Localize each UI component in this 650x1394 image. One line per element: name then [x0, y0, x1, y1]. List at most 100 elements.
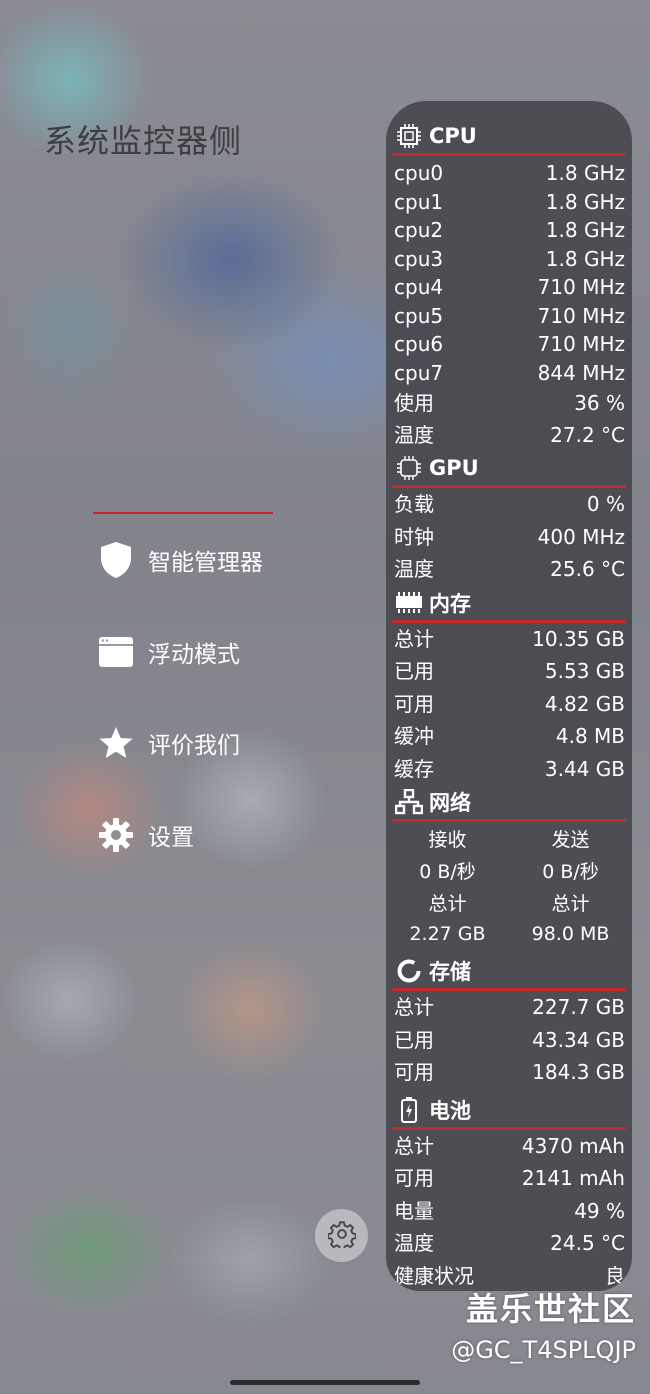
memory-chip-icon [395, 589, 423, 617]
row-label: 可用 [394, 1060, 434, 1085]
system-monitor-panel: CPU cpu0 1.8 GHz cpu1 1.8 GHz cpu2 1.8 GHz … [386, 101, 632, 1291]
row-label: 已用 [394, 659, 434, 684]
battery-row: 温度 24.5 °C [386, 1227, 632, 1260]
row-value: 10.35 GB [532, 626, 625, 651]
cpu-row: cpu5 710 MHz [386, 302, 632, 331]
row-value: 0 % [586, 492, 625, 517]
row-value: 710 MHz [537, 332, 625, 357]
row-value: 4.8 MB [555, 724, 625, 749]
row-label: 可用 [394, 1166, 434, 1191]
cpu-row: cpu4 710 MHz [386, 273, 632, 302]
row-label: cpu5 [394, 303, 444, 328]
row-label: cpu1 [394, 189, 444, 214]
cpu-row: cpu1 1.8 GHz [386, 188, 632, 217]
row-value: 1.8 GHz [545, 189, 625, 214]
row-label: 已用 [394, 1027, 434, 1052]
row-label: 可用 [394, 691, 434, 716]
row-label: 温度 [394, 423, 434, 447]
pie-chart-icon [395, 957, 423, 985]
menu-item-label: 评价我们 [148, 733, 240, 759]
row-value: 1.8 GHz [545, 218, 625, 243]
cpu-row: cpu0 1.8 GHz [386, 159, 632, 188]
row-label: 总计 [394, 1133, 434, 1158]
cpu-row: cpu7 844 MHz [386, 359, 632, 388]
gpu-row: 时钟 400 MHz [386, 521, 632, 554]
network-send-total: 98.0 MB [531, 923, 610, 945]
network-receive-total-label: 总计 [428, 892, 467, 915]
shield-icon [98, 542, 134, 578]
row-label: cpu2 [394, 218, 444, 243]
section-title: 存储 [429, 960, 471, 984]
network-section-header: 网络 [386, 785, 632, 819]
row-label: 缓存 [394, 756, 434, 781]
row-value: 844 MHz [537, 360, 625, 385]
gpu-row: 负载 0 % [386, 488, 632, 521]
menu-item-label: 智能管理器 [148, 550, 263, 576]
row-value: 36 % [574, 391, 625, 415]
section-title: 内存 [429, 591, 471, 616]
network-receive-rate: 0 B/秒 [419, 860, 476, 883]
row-label: 健康状况 [394, 1263, 474, 1288]
network-receive-label: 接收 [428, 828, 467, 851]
row-label: cpu7 [394, 360, 444, 385]
row-label: 使用 [394, 391, 434, 415]
row-label: 时钟 [394, 524, 434, 549]
memory-row: 缓存 3.44 GB [386, 753, 632, 786]
menu-item-label: 设置 [148, 825, 194, 851]
row-value: 24.5 °C [550, 1231, 625, 1256]
menu-divider [93, 512, 273, 514]
storage-row: 已用 43.34 GB [386, 1024, 632, 1057]
row-value: 43.34 GB [532, 1027, 625, 1052]
battery-row: 总计 4370 mAh [386, 1130, 632, 1163]
section-title: 网络 [429, 791, 471, 815]
row-value: 227.7 GB [532, 995, 625, 1020]
row-label: cpu3 [394, 246, 444, 271]
cpu-chip-icon [395, 122, 423, 150]
floating-settings-button[interactable] [315, 1209, 368, 1262]
star-icon [98, 725, 134, 761]
gpu-section-header: GPU [386, 451, 632, 485]
row-value: 400 MHz [537, 524, 625, 549]
cpu-section-header: CPU [386, 119, 632, 153]
cpu-row: 使用 36 % [386, 387, 632, 419]
menu-item-settings[interactable]: 设置 [98, 815, 194, 855]
row-label: 温度 [394, 557, 434, 582]
storage-row: 总计 227.7 GB [386, 991, 632, 1024]
menu-item-smart-manager[interactable]: 智能管理器 [98, 540, 263, 580]
section-title: CPU [429, 124, 477, 148]
row-value: 2141 mAh [521, 1166, 625, 1191]
cpu-row: cpu2 1.8 GHz [386, 216, 632, 245]
page-title: 系统监控器侧 [44, 122, 243, 160]
memory-row: 已用 5.53 GB [386, 655, 632, 688]
cpu-row: 温度 27.2 °C [386, 419, 632, 451]
row-value: 1.8 GHz [545, 161, 625, 186]
menu-item-floating-mode[interactable]: 浮动模式 [98, 632, 240, 672]
row-label: cpu0 [394, 161, 444, 186]
cpu-row: cpu6 710 MHz [386, 330, 632, 359]
storage-section-header: 存储 [386, 954, 632, 988]
row-label: 温度 [394, 1231, 434, 1256]
row-label: 负载 [394, 492, 434, 517]
row-value: 3.44 GB [544, 756, 625, 781]
network-send-total-label: 总计 [551, 892, 590, 915]
home-indicator[interactable] [230, 1380, 420, 1385]
gpu-row: 温度 25.6 °C [386, 553, 632, 586]
row-label: 总计 [394, 626, 434, 651]
menu-item-rate-us[interactable]: 评价我们 [98, 723, 240, 763]
row-label: 总计 [394, 995, 434, 1020]
gear-icon [326, 1220, 357, 1252]
row-label: cpu4 [394, 275, 444, 300]
row-value: 710 MHz [537, 275, 625, 300]
row-value: 1.8 GHz [545, 246, 625, 271]
network-stats-grid: 接收 发送 0 B/秒 0 B/秒 总计 总计 2.27 GB 98.0 MB [386, 822, 632, 950]
row-label: cpu6 [394, 332, 444, 357]
gpu-chip-icon [395, 454, 423, 482]
battery-row: 电量 49 % [386, 1195, 632, 1228]
memory-row: 缓冲 4.8 MB [386, 720, 632, 753]
battery-row: 可用 2141 mAh [386, 1162, 632, 1195]
row-value: 4370 mAh [521, 1133, 625, 1158]
battery-charging-icon [395, 1096, 423, 1124]
memory-row: 总计 10.35 GB [386, 623, 632, 656]
community-watermark: 盖乐世社区 @GC_T4SPLQJP [451, 1284, 636, 1364]
menu-item-label: 浮动模式 [148, 642, 240, 668]
